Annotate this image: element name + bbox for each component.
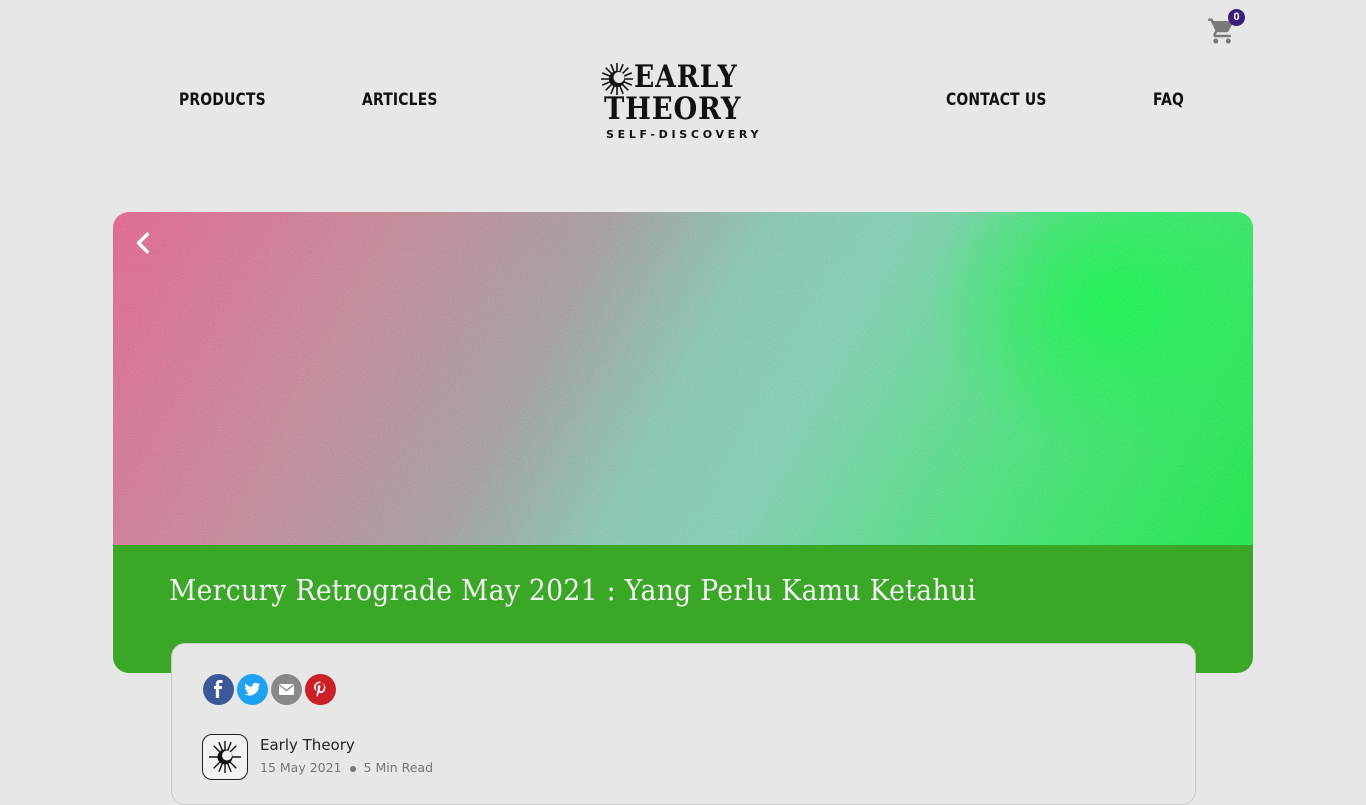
article-hero: Mercury Retrograde May 2021 : Yang Perlu… [113,212,1253,673]
share-facebook-button[interactable] [203,674,234,705]
sun-logo-icon [209,741,241,773]
facebook-icon [214,680,223,698]
nav-contact-us[interactable]: CONTACT US [946,90,1047,110]
share-pinterest-button[interactable] [305,674,336,705]
separator-dot [349,765,356,772]
hero-noise-texture [113,212,1253,545]
share-email-button[interactable] [271,674,302,705]
pinterest-icon [314,681,326,697]
cart-count-badge: 0 [1228,9,1245,26]
author-name[interactable]: Early Theory [260,736,355,754]
chevron-left-icon[interactable] [131,230,157,256]
article-card: Early Theory 15 May 2021 5 Min Read [171,643,1196,805]
nav-products[interactable]: PRODUCTS [179,90,266,110]
logo-text-theory: THEORY [604,91,742,127]
site-logo[interactable]: EARLY THEORY SELF-DISCOVERY [600,62,770,144]
nav-faq[interactable]: FAQ [1153,90,1184,110]
twitter-icon [244,682,261,696]
logo-text-early: EARLY [634,59,738,95]
author-avatar [202,734,248,780]
share-twitter-button[interactable] [237,674,268,705]
email-icon [279,684,294,695]
nav-articles[interactable]: ARTICLES [362,90,438,110]
logo-tagline: SELF-DISCOVERY [606,128,763,141]
article-title: Mercury Retrograde May 2021 : Yang Perlu… [169,573,977,607]
